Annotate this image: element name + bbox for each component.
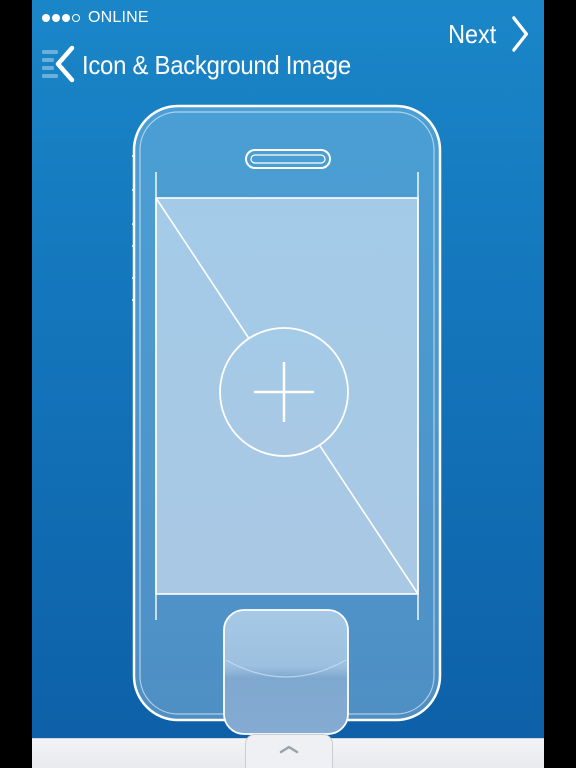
app-screen: ONLINE Icon & Background Image Next — [32, 0, 544, 768]
status-bar: ONLINE — [42, 8, 149, 28]
page-title: Icon & Background Image — [82, 50, 351, 80]
network-label: ONLINE — [88, 9, 149, 26]
home-button-icon — [223, 609, 349, 735]
drawer-handle[interactable] — [245, 734, 333, 768]
chevron-right-icon — [512, 16, 528, 52]
chevron-up-icon — [279, 745, 299, 754]
next-button[interactable]: Next — [448, 14, 530, 54]
device-preview — [127, 104, 444, 744]
add-image-button[interactable] — [219, 327, 349, 457]
menu-back-icon — [42, 45, 75, 83]
next-label: Next — [447, 18, 496, 49]
back-button[interactable] — [40, 44, 80, 84]
signal-strength-icon — [42, 14, 82, 22]
